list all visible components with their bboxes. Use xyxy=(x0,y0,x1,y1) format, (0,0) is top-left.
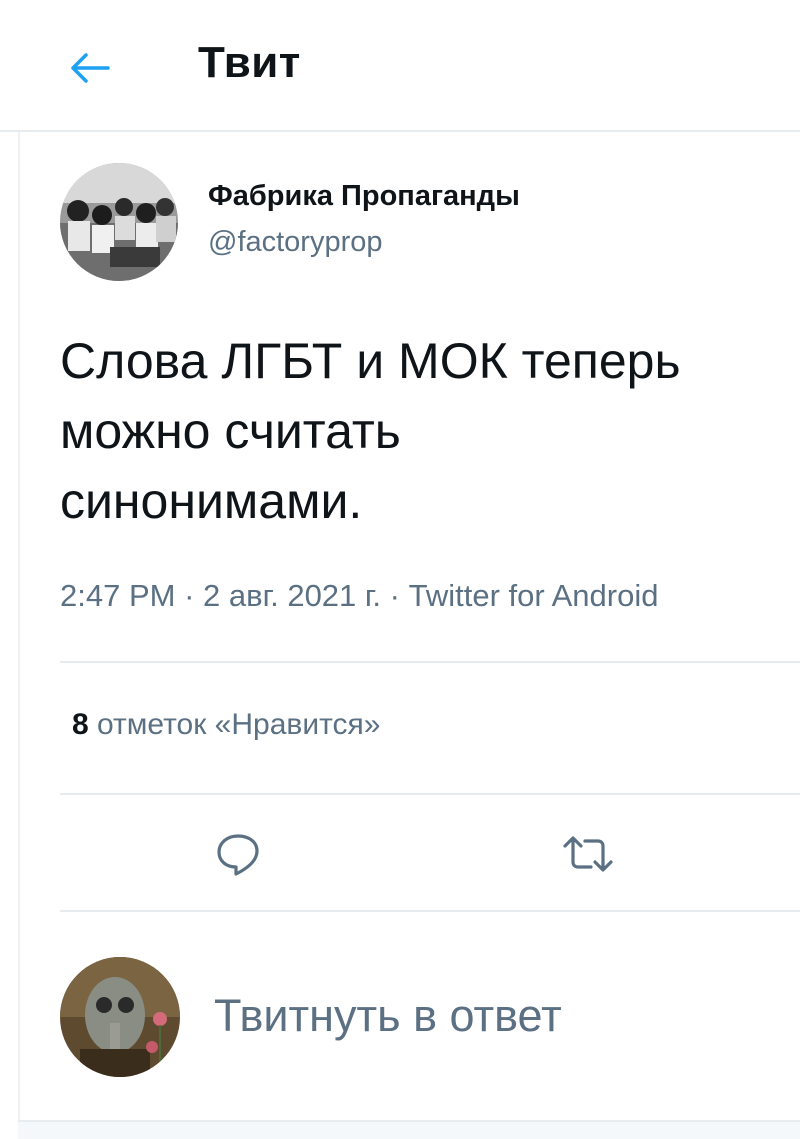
avatar-photo xyxy=(60,163,178,281)
reply-input[interactable]: Твитнуть в ответ xyxy=(214,990,774,1054)
likes-number: 8 xyxy=(72,708,89,741)
divider xyxy=(60,661,800,663)
comment-icon xyxy=(217,834,259,876)
bottom-edge xyxy=(18,1120,800,1139)
tweet-time[interactable]: 2:47 PM xyxy=(60,578,175,613)
tweet-meta: 2:47 PM · 2 авг. 2021 г. · Twitter for A… xyxy=(60,578,658,614)
tweet-source[interactable]: Twitter for Android xyxy=(409,578,659,613)
likes-count[interactable]: 8 отметок «Нравится» xyxy=(72,708,380,742)
user-avatar[interactable] xyxy=(60,957,180,1077)
author-handle[interactable]: @factoryprop xyxy=(208,226,383,259)
avatar-photo xyxy=(60,957,180,1077)
meta-separator: · xyxy=(175,578,204,613)
column-border xyxy=(18,132,20,1137)
likes-label: отметок «Нравится» xyxy=(97,708,381,741)
author-name[interactable]: Фабрика Пропаганды xyxy=(208,180,520,213)
top-bar: Твит xyxy=(0,0,800,132)
reply-button[interactable] xyxy=(210,826,266,882)
page-title: Твит xyxy=(198,38,301,87)
divider xyxy=(60,910,800,912)
tweet-text: Слова ЛГБТ и МОК теперь можно считать си… xyxy=(60,333,681,529)
tweet-date[interactable]: 2 авг. 2021 г. xyxy=(203,578,381,613)
author-avatar[interactable] xyxy=(60,163,178,281)
retweet-icon xyxy=(563,836,613,872)
divider xyxy=(60,793,800,795)
meta-separator: · xyxy=(381,578,409,613)
back-button[interactable] xyxy=(66,44,114,92)
arrow-left-icon xyxy=(71,53,110,83)
retweet-button[interactable] xyxy=(560,826,616,882)
